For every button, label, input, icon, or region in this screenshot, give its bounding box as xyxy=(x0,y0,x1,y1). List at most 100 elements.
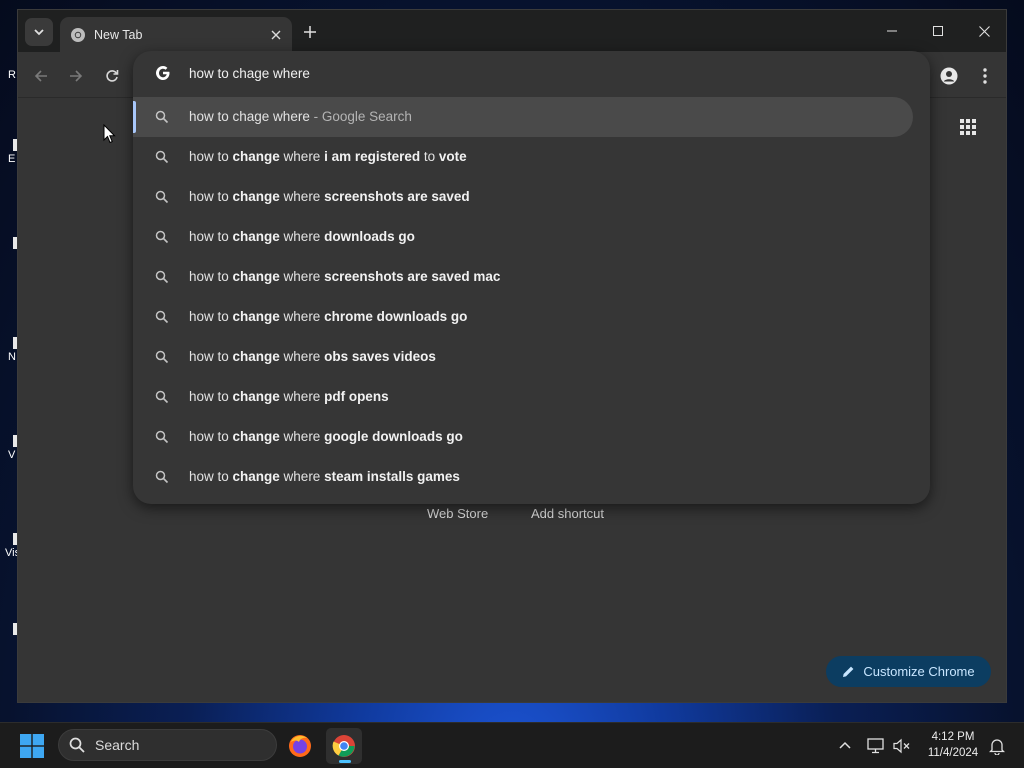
suggestion-text: how to change where i am registered to v… xyxy=(189,149,467,164)
forward-button[interactable] xyxy=(62,62,90,90)
desktop-icon[interactable]: V xyxy=(0,435,18,463)
search-icon xyxy=(69,737,85,753)
suggestion-list: how to chage where - Google Search how to… xyxy=(133,97,930,497)
suggestion-row[interactable]: how to change where screenshots are save… xyxy=(133,257,913,297)
apps-grid-icon xyxy=(960,119,976,135)
close-tab-button[interactable] xyxy=(266,25,286,45)
search-icon xyxy=(155,230,169,244)
profile-button[interactable] xyxy=(935,62,963,90)
desktop-icon[interactable]: N xyxy=(0,337,18,365)
suggestion-suffix: - Google Search xyxy=(309,109,412,124)
suggestion-bold-part: change xyxy=(232,189,280,204)
system-clock[interactable]: 4:12 PM 11/4/2024 xyxy=(920,729,986,761)
taskbar-firefox[interactable] xyxy=(282,728,318,764)
suggestion-bold-part: chrome downloads go xyxy=(324,309,468,324)
active-app-indicator xyxy=(339,760,351,763)
start-button[interactable] xyxy=(20,734,44,758)
chrome-icon xyxy=(71,27,85,42)
suggestion-row[interactable]: how to chage where - Google Search xyxy=(133,97,913,137)
windows-start-icon xyxy=(20,734,44,758)
search-icon xyxy=(155,310,169,324)
minimize-icon xyxy=(887,30,897,32)
close-window-button[interactable] xyxy=(961,16,1006,46)
chrome-icon xyxy=(332,735,355,757)
suggestion-row[interactable]: how to change where downloads go xyxy=(133,217,913,257)
volume-button[interactable] xyxy=(892,736,912,756)
web-store-link[interactable]: Web Store xyxy=(427,506,488,521)
minimize-button[interactable] xyxy=(869,16,915,46)
suggestion-part: how to chage where xyxy=(189,109,310,124)
maximize-button[interactable] xyxy=(915,16,961,46)
suggestion-part: how to xyxy=(189,469,233,484)
suggestion-bold-part: i am registered xyxy=(324,149,421,164)
suggestion-bold-part: change xyxy=(232,469,280,484)
google-g-icon xyxy=(156,66,170,80)
suggestion-text: how to change where screenshots are save… xyxy=(189,269,500,284)
show-hidden-icons-button[interactable] xyxy=(835,736,855,756)
suggestion-part: where xyxy=(279,269,325,284)
suggestion-text: how to change where pdf opens xyxy=(189,389,389,404)
profile-icon xyxy=(940,67,958,85)
customize-chrome-label: Customize Chrome xyxy=(863,664,975,679)
clock-date: 11/4/2024 xyxy=(927,747,979,759)
suggestion-bold-part: change xyxy=(232,349,280,364)
suggestion-row[interactable]: how to change where pdf opens xyxy=(133,377,913,417)
suggestion-bold-part: change xyxy=(232,269,280,284)
suggestion-row[interactable]: how to change where obs saves videos xyxy=(133,337,913,377)
back-button[interactable] xyxy=(27,62,55,90)
clock-time: 4:12 PM xyxy=(931,731,975,743)
suggestion-text: how to change where steam installs games xyxy=(189,469,460,484)
desktop-icon[interactable]: Vis xyxy=(0,533,20,561)
chrome-window: New Tab Web Store Add shortcut Customize… xyxy=(17,9,1007,703)
desktop-icon[interactable] xyxy=(0,623,18,651)
suggestion-row[interactable]: how to change where i am registered to v… xyxy=(133,137,913,177)
suggestion-bold-part: obs saves videos xyxy=(324,349,436,364)
kebab-menu-icon xyxy=(983,68,987,84)
desktop-icon[interactable]: R xyxy=(0,55,18,83)
desktop-icon[interactable]: E xyxy=(0,139,18,167)
taskbar-search-label: Search xyxy=(95,737,140,753)
suggestion-part: where xyxy=(279,149,325,164)
suggestion-bold-part: steam installs games xyxy=(324,469,460,484)
search-icon xyxy=(155,270,169,284)
customize-chrome-button[interactable]: Customize Chrome xyxy=(826,656,991,687)
search-icon xyxy=(155,110,169,124)
close-icon xyxy=(271,30,281,39)
taskbar-search-box[interactable]: Search xyxy=(58,729,277,761)
suggestion-text: how to change where google downloads go xyxy=(189,429,463,444)
suggestion-bold-part: change xyxy=(232,149,280,164)
suggestion-bold-part: change xyxy=(232,429,280,444)
omnibox-input[interactable]: how to chage where xyxy=(133,51,930,95)
suggestion-bold-part: change xyxy=(232,229,280,244)
tab-new-tab[interactable]: New Tab xyxy=(60,17,292,52)
back-arrow-icon xyxy=(34,70,47,82)
suggestion-row[interactable]: how to change where screenshots are save… xyxy=(133,177,913,217)
suggestion-bold-part: pdf opens xyxy=(324,389,389,404)
plus-icon xyxy=(304,26,316,38)
suggestion-text: how to change where chrome downloads go xyxy=(189,309,467,324)
suggestion-row[interactable]: how to change where chrome downloads go xyxy=(133,297,913,337)
suggestion-part: where xyxy=(279,189,325,204)
taskbar-chrome[interactable] xyxy=(326,728,362,764)
suggestion-part: how to xyxy=(189,309,233,324)
suggestion-bold-part: change xyxy=(232,389,280,404)
add-shortcut-link[interactable]: Add shortcut xyxy=(531,506,604,521)
network-button[interactable] xyxy=(866,736,886,756)
search-icon xyxy=(155,390,169,404)
google-apps-button[interactable] xyxy=(959,118,985,144)
chevron-up-icon xyxy=(839,741,851,749)
new-tab-button[interactable] xyxy=(298,20,322,44)
desktop-icon[interactable] xyxy=(0,237,18,265)
tab-search-button[interactable] xyxy=(25,18,53,46)
desktop-icon-label: V xyxy=(8,449,16,461)
suggestion-part: how to xyxy=(189,349,233,364)
notifications-button[interactable] xyxy=(987,736,1007,756)
suggestion-part: how to xyxy=(189,229,233,244)
chrome-menu-button[interactable] xyxy=(971,62,999,90)
mouse-cursor-icon xyxy=(103,124,116,144)
reload-button[interactable] xyxy=(98,62,126,90)
search-icon xyxy=(155,470,169,484)
suggestion-row[interactable]: how to change where steam installs games xyxy=(133,457,913,497)
suggestion-row[interactable]: how to change where google downloads go xyxy=(133,417,913,457)
maximize-icon xyxy=(933,26,943,36)
